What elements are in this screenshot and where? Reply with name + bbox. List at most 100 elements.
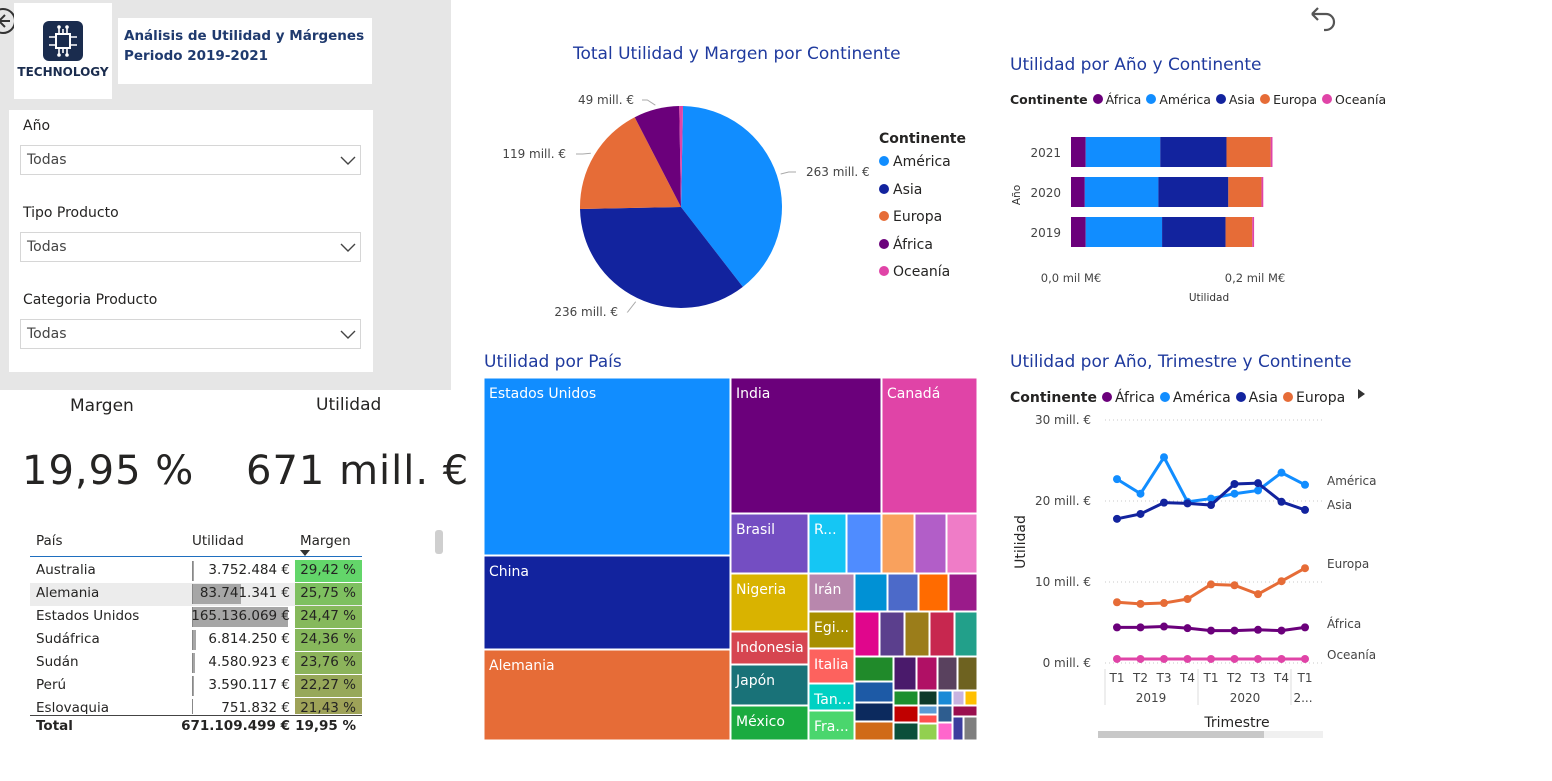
line-point[interactable]	[1230, 581, 1239, 590]
treemap-tile[interactable]	[893, 656, 917, 691]
treemap-tile[interactable]	[846, 513, 882, 574]
column-header-margin[interactable]: Margen	[300, 533, 351, 549]
line-point[interactable]	[1136, 509, 1145, 518]
table-row[interactable]: Sudáfrica 6.814.250 € 24,36 %	[30, 629, 362, 652]
bar-segment-africa-2020[interactable]	[1071, 177, 1085, 207]
table-row[interactable]: Sudán 4.580.923 € 23,76 %	[30, 652, 362, 675]
treemap-tile[interactable]	[954, 611, 977, 657]
bar-segment-europa-2021[interactable]	[1226, 137, 1271, 167]
table-row[interactable]: Alemania 83.741.341 € 25,75 %	[30, 583, 362, 606]
line-point[interactable]	[1183, 654, 1192, 663]
undo-icon[interactable]	[1304, 2, 1340, 38]
line-point[interactable]	[1207, 501, 1215, 510]
bar-segment-oceania-2021[interactable]	[1270, 137, 1273, 167]
treemap-tile[interactable]	[854, 721, 894, 740]
line-point[interactable]	[1301, 505, 1309, 514]
treemap-tile[interactable]	[952, 705, 977, 717]
treemap-tile[interactable]	[964, 690, 977, 706]
line-point[interactable]	[1277, 577, 1286, 586]
legend-item[interactable]: Oceanía	[879, 264, 951, 292]
treemap-tile[interactable]	[946, 513, 977, 574]
slicer-dropdown-product-category[interactable]: Todas	[20, 319, 361, 349]
slicer-dropdown-product-type[interactable]: Todas	[20, 232, 361, 262]
legend-item[interactable]: África	[879, 237, 951, 265]
treemap-tile[interactable]	[929, 611, 955, 657]
line-point[interactable]	[1136, 599, 1145, 608]
table-scrollbar[interactable]	[435, 530, 443, 554]
slicer-dropdown-year[interactable]: Todas	[20, 145, 361, 175]
stacked-bar-chart[interactable]: 2021 2020 2019 0,0 mil M€ 0,2 mil M€ Utilidad…	[1005, 120, 1325, 310]
legend-item[interactable]: Oceanía	[1322, 92, 1386, 107]
legend-item[interactable]: América	[1146, 92, 1211, 107]
bar-segment-asia-2019[interactable]	[1162, 217, 1226, 247]
treemap-tile[interactable]	[887, 573, 919, 612]
line-point[interactable]	[1136, 623, 1145, 632]
line-point[interactable]	[1230, 654, 1239, 663]
bar-segment-america-2020[interactable]	[1084, 177, 1159, 207]
line-point[interactable]	[1113, 654, 1121, 663]
line-point[interactable]	[1277, 497, 1286, 506]
bar-segment-oceania-2020[interactable]	[1261, 177, 1264, 207]
treemap-tile[interactable]	[952, 716, 964, 740]
bar-segment-africa-2021[interactable]	[1071, 137, 1086, 167]
treemap-tile[interactable]	[904, 611, 930, 657]
line-point[interactable]	[1160, 622, 1168, 631]
line-point[interactable]	[1301, 654, 1309, 663]
treemap-tile[interactable]	[937, 722, 953, 740]
line-point[interactable]	[1136, 489, 1145, 498]
line-point[interactable]	[1230, 479, 1239, 488]
legend-item[interactable]: América	[1159, 390, 1231, 406]
treemap-tile[interactable]	[918, 714, 938, 724]
line-point[interactable]	[1254, 625, 1262, 634]
table-row[interactable]: Eslovaquia 751.832 € 21,43 %	[30, 698, 362, 714]
line-point[interactable]	[1277, 654, 1286, 663]
treemap-tile[interactable]	[963, 716, 977, 740]
line-point[interactable]	[1113, 514, 1121, 523]
bar-segment-europa-2019[interactable]	[1225, 217, 1253, 247]
line-point[interactable]	[1230, 489, 1239, 498]
line-point[interactable]	[1254, 654, 1262, 663]
treemap-tile[interactable]	[918, 723, 938, 740]
line-point[interactable]	[1207, 626, 1215, 635]
line-point[interactable]	[1207, 580, 1215, 589]
legend-item[interactable]: Europa	[1260, 92, 1317, 107]
line-point[interactable]	[1113, 475, 1121, 484]
legend-item[interactable]: América	[879, 154, 951, 182]
treemap-tile[interactable]	[484, 378, 731, 556]
line-point[interactable]	[1277, 626, 1286, 635]
table-row[interactable]: Perú 3.590.117 € 22,27 %	[30, 675, 362, 698]
line-point[interactable]	[1183, 595, 1192, 604]
treemap-tile[interactable]	[893, 690, 919, 706]
treemap-tile[interactable]	[893, 722, 919, 740]
legend-next-icon[interactable]	[1358, 389, 1366, 399]
line-point[interactable]	[1160, 654, 1168, 663]
line-scrollbar-thumb[interactable]	[1098, 731, 1264, 738]
line-point[interactable]	[1230, 626, 1239, 635]
line-point[interactable]	[1183, 499, 1192, 508]
line-point[interactable]	[1277, 468, 1286, 477]
bar-segment-europa-2020[interactable]	[1228, 177, 1262, 207]
line-point[interactable]	[1160, 498, 1168, 507]
bar-segment-asia-2021[interactable]	[1160, 137, 1227, 167]
treemap-tile[interactable]	[957, 656, 977, 691]
treemap-tile[interactable]	[916, 656, 938, 691]
treemap-tile[interactable]	[952, 690, 965, 706]
treemap-tile[interactable]	[914, 513, 947, 574]
bar-segment-africa-2019[interactable]	[1071, 217, 1086, 247]
line-point[interactable]	[1254, 486, 1262, 495]
treemap-tile[interactable]	[948, 573, 977, 612]
line-point[interactable]	[1160, 453, 1168, 462]
treemap-tile[interactable]	[937, 656, 958, 691]
line-point[interactable]	[1301, 623, 1309, 632]
bar-segment-asia-2020[interactable]	[1158, 177, 1229, 207]
treemap-tile[interactable]	[879, 611, 905, 657]
table-row[interactable]: Australia 3.752.484 € 29,42 %	[30, 560, 362, 583]
line-chart[interactable]: 0 mill. € 10 mill. € 20 mill. € 30 mill. € A…	[1005, 405, 1385, 745]
line-point[interactable]	[1183, 624, 1192, 633]
treemap-tile[interactable]	[918, 690, 938, 706]
treemap-tile[interactable]	[854, 656, 894, 682]
column-header-profit[interactable]: Utilidad	[192, 533, 244, 549]
legend-item[interactable]: Europa	[1283, 390, 1345, 406]
bar-segment-america-2021[interactable]	[1085, 137, 1161, 167]
legend-item[interactable]: África	[1101, 390, 1155, 406]
